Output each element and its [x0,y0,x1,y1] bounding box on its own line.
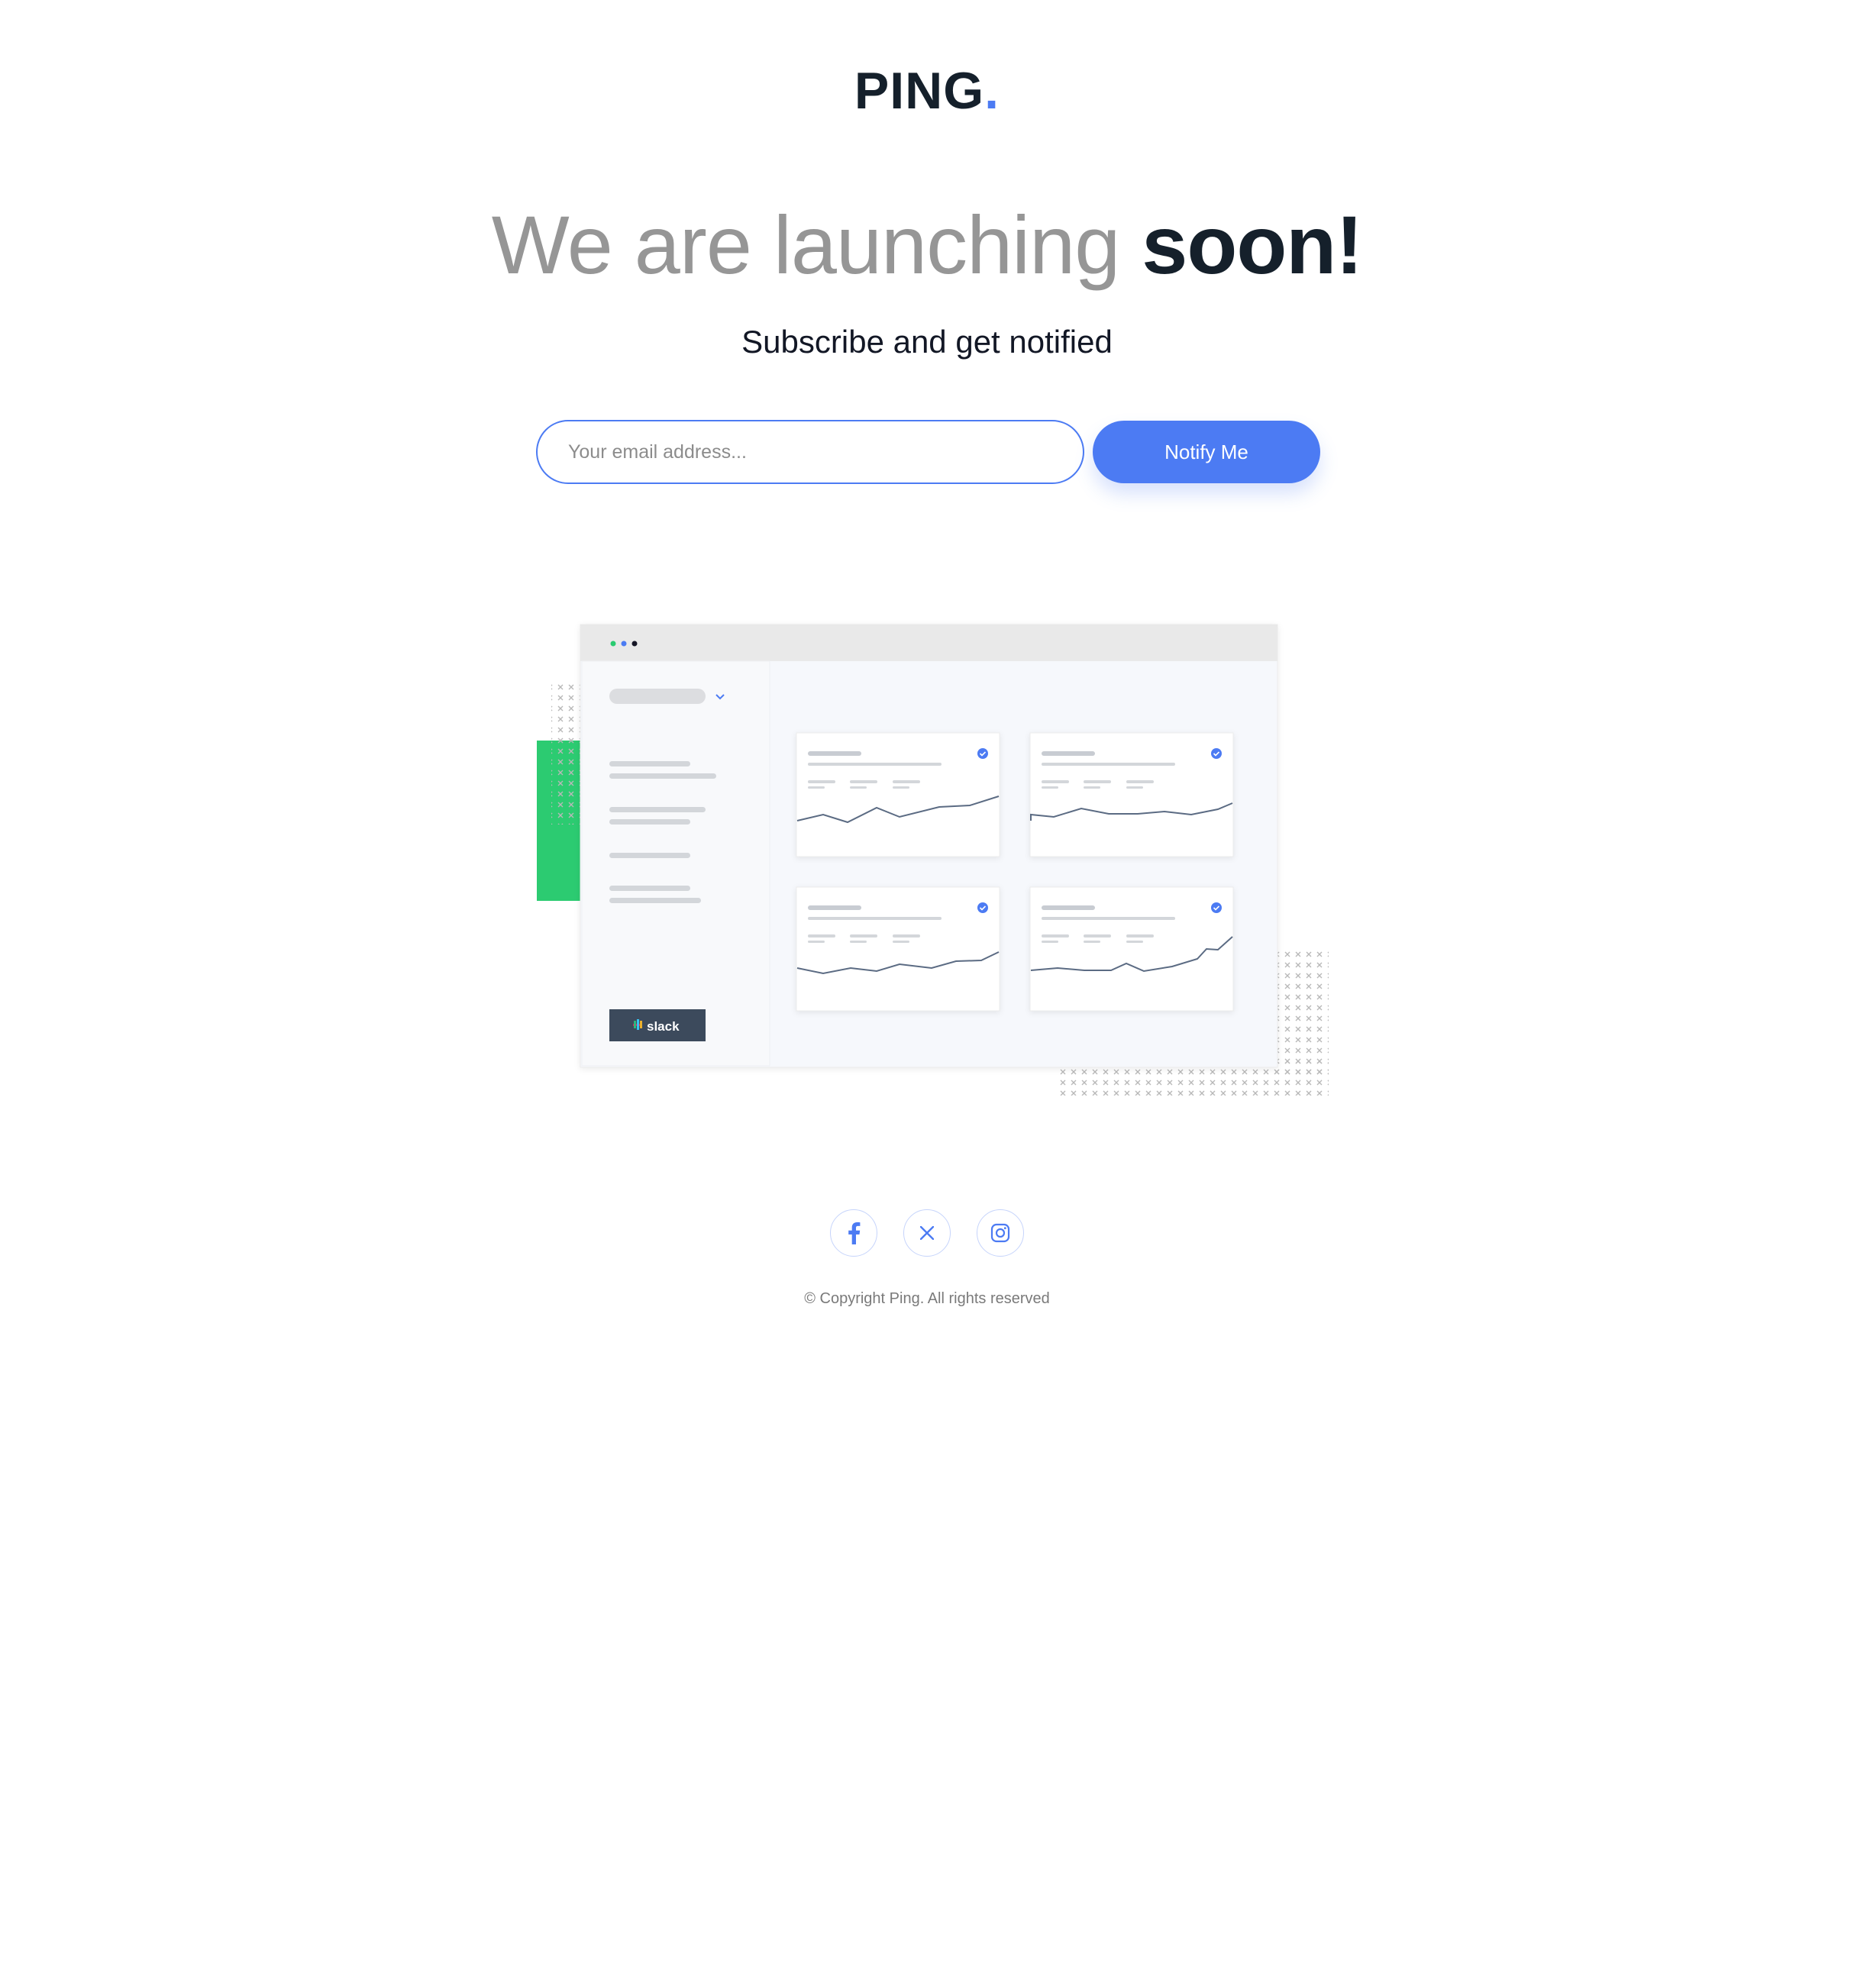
brand-dot: . [984,62,1000,120]
headline-strong: soon! [1142,198,1363,291]
app-sidebar [581,660,770,1067]
window-dot-dark [631,641,638,647]
dashboard-illustration: slack [537,624,1329,1096]
notify-me-button[interactable]: Notify Me [1093,421,1320,483]
slack-icon [633,1019,642,1030]
brand-name: PING [854,62,985,120]
check-icon [977,748,988,759]
page-headline: We are launching soon! [0,198,1854,291]
decor-x-pattern-left [551,679,582,825]
headline-light: We are launching [491,198,1121,291]
window-dot-green [610,641,616,647]
x-twitter-icon [920,1226,934,1240]
instagram-link[interactable] [977,1209,1024,1257]
brand-logo: PING. [0,65,1854,117]
window-dot-blue [621,641,627,647]
check-icon [1211,748,1222,759]
copyright-text: © Copyright Ping. All rights reserved [804,1290,1050,1307]
instagram-icon [990,1223,1010,1243]
slack-button: slack [609,1009,706,1041]
facebook-link[interactable] [830,1209,877,1257]
page-subtitle: Subscribe and get notified [741,324,1113,360]
social-links [0,1209,1854,1257]
check-icon [1211,902,1222,913]
x-twitter-link[interactable] [903,1209,951,1257]
facebook-icon [848,1222,861,1244]
decor-x-pattern-right [1275,947,1329,1080]
email-input[interactable] [536,420,1084,484]
slack-label: slack [647,1019,680,1034]
check-icon [977,902,988,913]
